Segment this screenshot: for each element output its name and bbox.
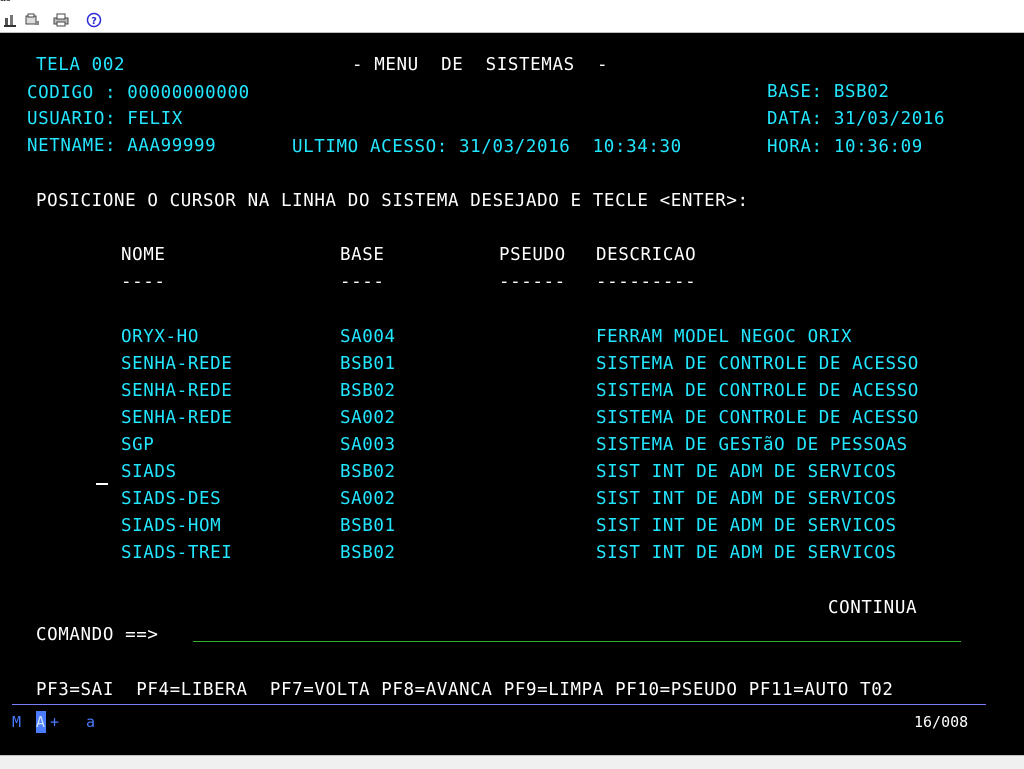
row-base: BSB02 xyxy=(340,381,396,401)
row-nome: SIADS-DES xyxy=(121,489,222,509)
row-base: BSB02 xyxy=(340,543,396,563)
row-descricao: SIST INT DE ADM DE SERVICOS xyxy=(596,543,897,563)
row-base: SA003 xyxy=(340,435,396,455)
column-underline-pseudo: ------ xyxy=(499,272,566,292)
row-nome: ORYX-HO xyxy=(121,327,199,347)
cursor-position: 16/008 xyxy=(914,713,969,731)
row-nome: SIADS xyxy=(121,462,177,482)
row-base: BSB02 xyxy=(340,462,396,482)
help-icon[interactable]: ? xyxy=(85,11,103,29)
row-base: SA004 xyxy=(340,327,396,347)
printer-icon[interactable] xyxy=(52,11,70,29)
screen-id: TELA 002 xyxy=(36,55,126,75)
status-mode-m: M xyxy=(12,713,22,731)
row-descricao: SISTEMA DE CONTROLE DE ACESSO xyxy=(596,381,919,401)
codigo-field: CODIGO : 00000000000 xyxy=(27,83,250,103)
column-header-base: BASE xyxy=(340,245,385,265)
column-header-descricao: DESCRICAO xyxy=(596,245,697,265)
comando-input[interactable] xyxy=(193,641,961,642)
row-descricao: FERRAM MODEL NEGOC ORIX xyxy=(596,327,853,347)
terminal-cursor xyxy=(96,483,108,485)
base-field: BASE: BSB02 xyxy=(767,82,890,102)
column-underline-nome: ---- xyxy=(121,272,166,292)
column-underline-base: ---- xyxy=(340,272,385,292)
usuario-field: USUARIO: FELIX xyxy=(27,109,183,129)
row-base: BSB01 xyxy=(340,516,396,536)
window-title-fragment: ao xyxy=(0,0,11,4)
status-separator xyxy=(12,704,986,705)
connect-icon[interactable] xyxy=(2,11,20,29)
row-descricao: SISTEMA DE CONTROLE DE ACESSO xyxy=(596,408,919,428)
row-nome: SENHA-REDE xyxy=(121,381,233,401)
row-base: BSB01 xyxy=(340,354,396,374)
column-underline-descricao: --------- xyxy=(596,272,697,292)
status-plus: + xyxy=(50,713,60,731)
comando-label: COMANDO ==> xyxy=(36,625,159,645)
ultimo-acesso-field: ULTIMO ACESSO: 31/03/2016 10:34:30 xyxy=(292,137,682,157)
window-bottom-bar xyxy=(0,755,1024,769)
svg-text:?: ? xyxy=(91,16,97,27)
pf-keys-legend: PF3=SAI PF4=LIBERA PF7=VOLTA PF8=AVANCA … xyxy=(36,680,894,700)
row-nome: SENHA-REDE xyxy=(121,354,233,374)
row-descricao: SIST INT DE ADM DE SERVICOS xyxy=(596,516,897,536)
row-descricao: SISTEMA DE CONTROLE DE ACESSO xyxy=(596,354,919,374)
row-base: SA002 xyxy=(340,489,396,509)
data-field: DATA: 31/03/2016 xyxy=(767,109,946,129)
row-base: SA002 xyxy=(340,408,396,428)
column-header-pseudo: PSEUDO xyxy=(499,245,566,265)
hora-field: HORA: 10:36:09 xyxy=(767,137,923,157)
menu-title: - MENU DE SISTEMAS - xyxy=(352,55,609,75)
column-header-nome: NOME xyxy=(121,245,166,265)
status-indicator: a xyxy=(86,713,96,731)
netname-field: NETNAME: AAA99999 xyxy=(27,136,217,156)
status-mode-a: A xyxy=(36,713,46,731)
row-nome: SENHA-REDE xyxy=(121,408,233,428)
row-nome: SIADS-TREI xyxy=(121,543,233,563)
row-descricao: SIST INT DE ADM DE SERVICOS xyxy=(596,462,897,482)
emulator-toolbar: ? xyxy=(0,8,1024,33)
continua-indicator: CONTINUA xyxy=(828,598,918,618)
row-descricao: SISTEMA DE GESTãO DE PESSOAS xyxy=(596,435,908,455)
row-nome: SGP xyxy=(121,435,155,455)
print-setup-icon[interactable] xyxy=(23,11,41,29)
row-nome: SIADS-HOM xyxy=(121,516,222,536)
instruction-text: POSICIONE O CURSOR NA LINHA DO SISTEMA D… xyxy=(36,191,749,211)
row-descricao: SIST INT DE ADM DE SERVICOS xyxy=(596,489,897,509)
